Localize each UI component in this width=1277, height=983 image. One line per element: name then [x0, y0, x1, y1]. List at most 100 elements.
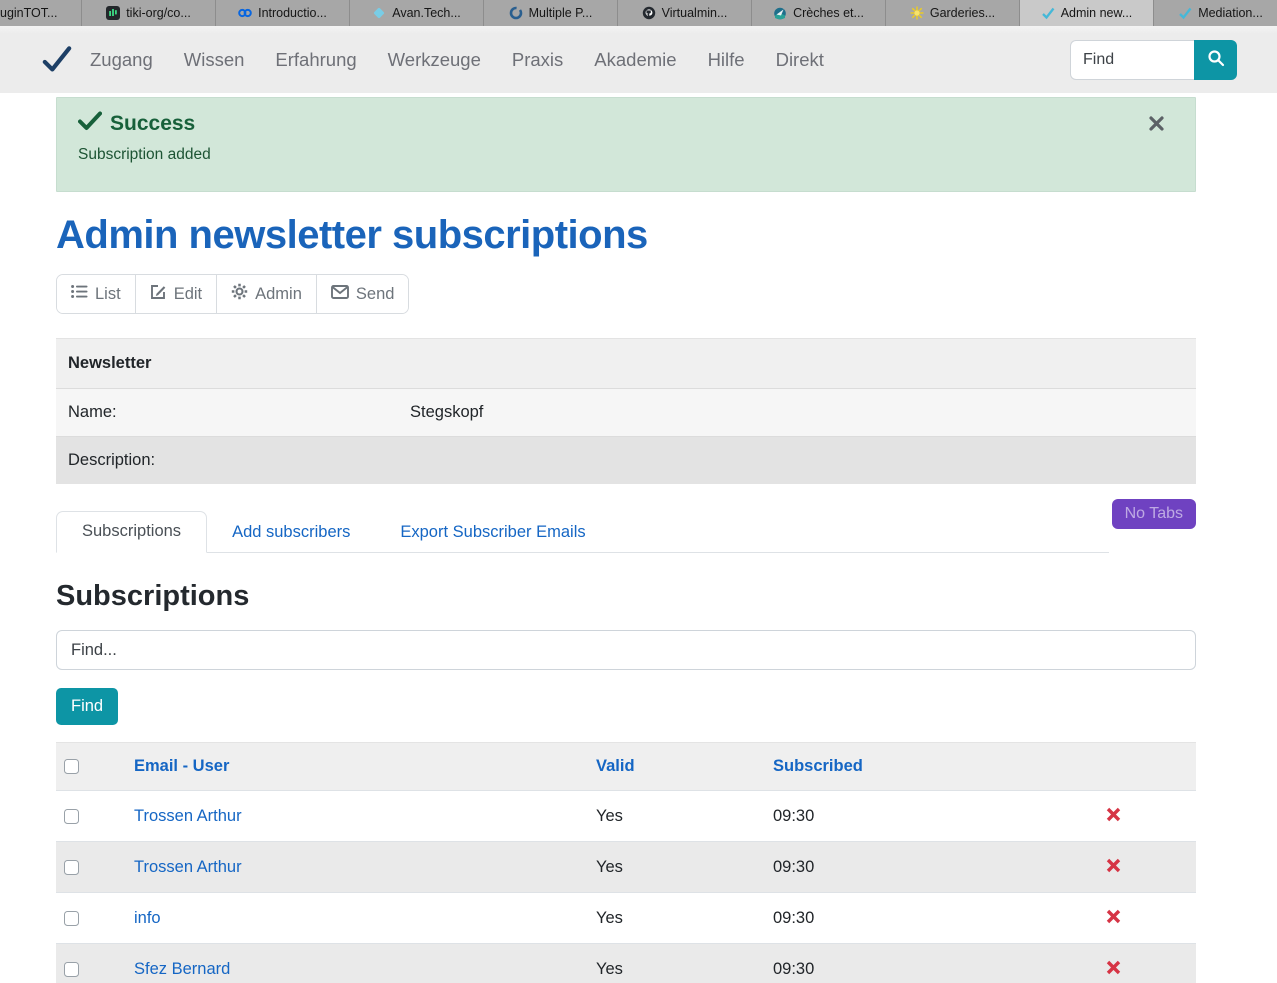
tabs-row: Subscriptions Add subscribers Export Sub… [56, 510, 1196, 553]
browser-tab-title: Virtualmin... [662, 6, 728, 20]
search-icon [1207, 49, 1225, 70]
browser-tab-active[interactable]: Admin new... [1020, 0, 1154, 26]
browser-tab-title: Avan.Tech... [392, 6, 461, 20]
browser-tab-title: Introductio... [258, 6, 327, 20]
browser-tab[interactable]: Introductio... [216, 0, 350, 26]
browser-tab[interactable]: Multiple P... [484, 0, 618, 26]
delete-subscription-button[interactable] [1104, 805, 1123, 824]
newsletter-name-row: Name: Stegskopf [56, 389, 1196, 437]
edit-button[interactable]: Edit [136, 275, 217, 313]
subscribed-cell: 09:30 [765, 791, 1031, 842]
browser-tab-title: Admin new... [1061, 6, 1133, 20]
nav-item-wissen[interactable]: Wissen [184, 49, 245, 71]
envelope-icon [331, 285, 349, 304]
browser-tab[interactable]: Virtualmin... [618, 0, 752, 26]
browser-tab[interactable]: Crèches et... [752, 0, 886, 26]
tab-subscriptions[interactable]: Subscriptions [56, 511, 207, 553]
nav-item-akademie[interactable]: Akademie [594, 49, 676, 71]
nav-item-zugang[interactable]: Zugang [90, 49, 153, 71]
tiki-dark-icon [106, 6, 120, 20]
browser-tabstrip: uginTOT... tiki-org/co... Introductio...… [0, 0, 1277, 26]
alert-close-button[interactable] [1145, 112, 1168, 135]
find-input[interactable] [56, 630, 1196, 670]
swirl-icon [509, 6, 523, 20]
success-check-icon [78, 111, 102, 137]
newsletter-description-value [410, 437, 1196, 484]
browser-tab[interactable]: Garderies... [886, 0, 1020, 26]
tab-export-subscriber-emails[interactable]: Export Subscriber Emails [375, 513, 610, 553]
edit-button-label: Edit [174, 285, 202, 304]
navbar-search-button[interactable] [1194, 40, 1237, 80]
select-all-checkbox[interactable] [64, 759, 79, 774]
delete-subscription-button[interactable] [1104, 907, 1123, 926]
list-button[interactable]: List [57, 275, 136, 313]
row-checkbox[interactable] [64, 809, 79, 824]
subscriber-link[interactable]: Trossen Arthur [134, 807, 242, 825]
valid-cell: Yes [588, 842, 765, 893]
browser-tab-title: tiki-org/co... [126, 6, 191, 20]
subscriber-link[interactable]: Sfez Bernard [134, 960, 230, 978]
site-navbar: Zugang Wissen Erfahrung Werkzeuge Praxis… [0, 26, 1277, 93]
column-header-subscribed[interactable]: Subscribed [773, 757, 863, 775]
subscribed-cell: 09:30 [765, 944, 1031, 983]
nav-item-hilfe[interactable]: Hilfe [708, 49, 745, 71]
newsletter-info-header: Newsletter [56, 339, 1196, 389]
browser-tab-title: Multiple P... [529, 6, 593, 20]
nav-item-erfahrung[interactable]: Erfahrung [275, 49, 356, 71]
browser-tab[interactable]: uginTOT... [0, 0, 82, 26]
subscriptions-heading: Subscriptions [56, 580, 1196, 613]
delete-x-icon [1106, 861, 1121, 876]
toolbar-button-group: List Edit Admin Send [56, 274, 409, 314]
browser-tab-title: Garderies... [930, 6, 995, 20]
table-row: Trossen Arthur Yes 09:30 [56, 791, 1196, 842]
table-row: info Yes 09:30 [56, 893, 1196, 944]
row-checkbox[interactable] [64, 962, 79, 977]
browser-tab-title: Mediation... [1198, 6, 1263, 20]
main-content: Success Subscription added Admin newslet… [56, 97, 1196, 983]
browser-tab-title: uginTOT... [0, 6, 57, 20]
send-button[interactable]: Send [317, 275, 409, 313]
close-icon [1149, 119, 1164, 134]
subscribed-cell: 09:30 [765, 893, 1031, 944]
browser-tab[interactable]: Avan.Tech... [350, 0, 484, 26]
nav-item-werkzeuge[interactable]: Werkzeuge [388, 49, 481, 71]
nav-item-direkt[interactable]: Direkt [776, 49, 824, 71]
row-checkbox[interactable] [64, 911, 79, 926]
column-header-valid[interactable]: Valid [596, 757, 635, 775]
row-checkbox[interactable] [64, 860, 79, 875]
find-button[interactable]: Find [56, 688, 118, 725]
browser-tab[interactable]: Mediation... [1154, 0, 1277, 26]
list-icon [71, 284, 88, 304]
table-header-row: Email - User Valid Subscribed [56, 743, 1196, 791]
tabs-nav: Subscriptions Add subscribers Export Sub… [56, 510, 1109, 553]
nav-item-praxis[interactable]: Praxis [512, 49, 563, 71]
subscriber-link[interactable]: Trossen Arthur [134, 858, 242, 876]
navbar-search-input[interactable] [1070, 40, 1194, 80]
table-row: Sfez Bernard Yes 09:30 [56, 944, 1196, 983]
meta-icon [238, 6, 252, 20]
delete-x-icon [1106, 963, 1121, 978]
tab-add-subscribers[interactable]: Add subscribers [207, 513, 375, 553]
delete-x-icon [1106, 912, 1121, 927]
browser-tab-title: Crèches et... [793, 6, 864, 20]
checkmark-favicon [1041, 6, 1055, 20]
screen: uginTOT... tiki-org/co... Introductio...… [0, 0, 1277, 983]
success-alert: Success Subscription added [56, 97, 1196, 192]
browser-tab[interactable]: tiki-org/co... [82, 0, 216, 26]
gear-icon [231, 283, 248, 305]
delete-subscription-button[interactable] [1104, 958, 1123, 977]
globe-icon [773, 6, 787, 20]
admin-button[interactable]: Admin [217, 275, 317, 313]
delete-x-icon [1106, 810, 1121, 825]
tiki-blue-diamond-icon [372, 6, 386, 20]
valid-cell: Yes [588, 944, 765, 983]
subscriber-link[interactable]: info [134, 909, 161, 927]
site-logo-check-icon[interactable] [42, 46, 72, 74]
column-header-email-user[interactable]: Email - User [134, 757, 229, 775]
alert-heading: Success [78, 111, 1147, 137]
send-button-label: Send [356, 285, 395, 304]
valid-cell: Yes [588, 893, 765, 944]
delete-subscription-button[interactable] [1104, 856, 1123, 875]
no-tabs-button[interactable]: No Tabs [1112, 499, 1196, 529]
list-button-label: List [95, 285, 121, 304]
